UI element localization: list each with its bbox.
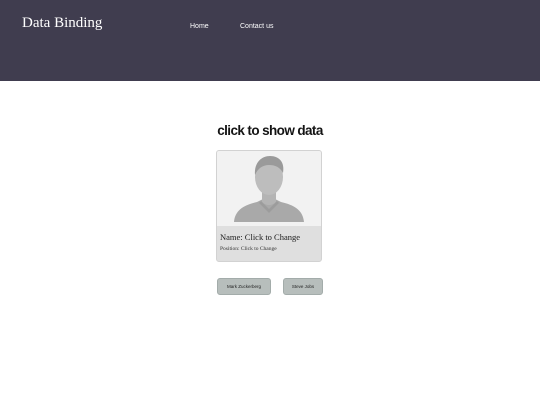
profile-position[interactable]: Position: Click to Change [220,246,277,252]
nav-link-contact-us[interactable]: Contact us [240,23,273,30]
brand-title: Data Binding [22,15,103,31]
nav-link-home[interactable]: Home [190,23,209,30]
mark-zuckerberg-button[interactable]: Mark Zuckerberg [217,278,271,295]
person-silhouette-icon [234,156,304,222]
steve-jobs-button[interactable]: Steve Jobs [283,278,323,295]
profile-name[interactable]: Name: Click to Change [220,232,300,242]
top-header: Data Binding Home Contact us [0,0,540,81]
page-title: click to show data [217,123,323,138]
avatar [217,151,321,226]
profile-card: Name: Click to Change Position: Click to… [216,150,322,262]
